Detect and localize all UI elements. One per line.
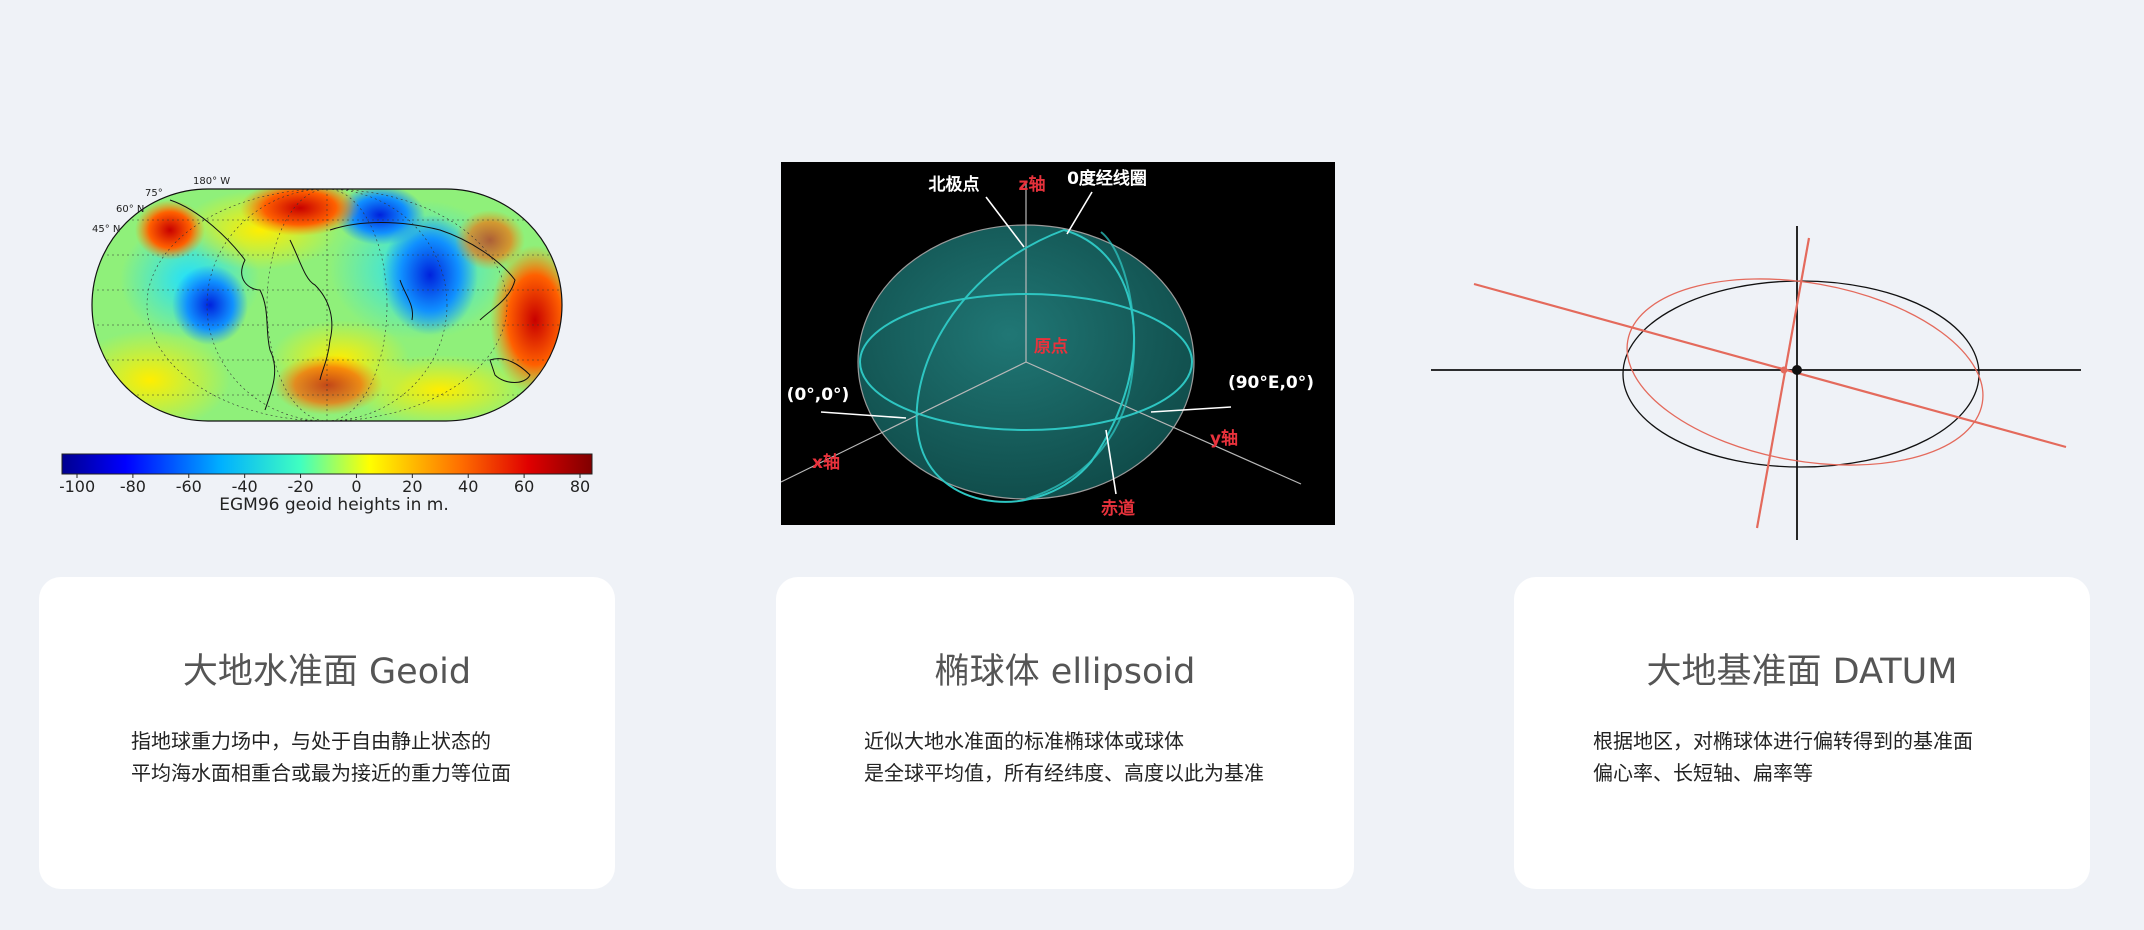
- colorbar-tick-label: -20: [287, 477, 313, 496]
- card-description: 指地球重力场中，与处于自由静止状态的 平均海水面相重合或最为接近的重力等位面: [131, 725, 511, 789]
- graticule-label: 180° W: [193, 176, 230, 187]
- colorbar-tick-label: 20: [402, 477, 422, 496]
- datum-svg: [1431, 226, 2081, 540]
- card-title: 大地基准面 DATUM: [1646, 652, 1958, 692]
- card-description-line: 近似大地水准面的标准椭球体或球体: [864, 729, 1184, 753]
- y-axis-label: y轴: [1210, 428, 1238, 449]
- card-title: 大地水准面 Geoid: [182, 652, 472, 692]
- card-description: 近似大地水准面的标准椭球体或球体 是全球平均值，所有经纬度、高度以此为基准: [864, 725, 1264, 789]
- north-pole-label: 北极点: [929, 174, 980, 195]
- card-description-line: 是全球平均值，所有经纬度、高度以此为基准: [864, 761, 1264, 785]
- ellipsoid-card: 椭球体 ellipsoid 近似大地水准面的标准椭球体或球体 是全球平均值，所有…: [776, 577, 1354, 889]
- graticule-label: 75°: [145, 188, 163, 199]
- geoid-map-body: [92, 189, 562, 421]
- equator-label: 赤道: [1101, 498, 1135, 519]
- ellipsoid-figure: 北极点 z轴 0度经线圈 原点 (0°,0°) (90°E,0°) x轴 y轴 …: [780, 162, 1335, 525]
- graticule-label: 45° N: [92, 224, 120, 235]
- geoid-map-figure: 180° W 75° 60° N 45° N -100 -80 -60 -40 -20 0…: [59, 170, 605, 520]
- origin-label: 原点: [1034, 336, 1068, 357]
- shifted-center-point: [1780, 366, 1788, 374]
- prime-meridian-label: 0度经线圈: [1067, 168, 1147, 189]
- shifted-ellipsoid: [1626, 278, 1984, 466]
- colorbar-tick-label: -100: [60, 477, 95, 496]
- shifted-x-axis: [1473, 282, 2067, 449]
- x-axis-label: x轴: [812, 452, 840, 473]
- colorbar-tick-label: 40: [458, 477, 478, 496]
- colorbar-tick-label: -40: [232, 477, 258, 496]
- card-description-line: 根据地区，对椭球体进行偏转得到的基准面: [1593, 729, 1973, 753]
- card-title: 椭球体 ellipsoid: [934, 652, 1196, 692]
- colorbar-caption: EGM96 geoid heights in m.: [219, 495, 449, 515]
- datum-figure: [1425, 220, 2095, 540]
- card-description: 根据地区，对椭球体进行偏转得到的基准面 偏心率、长短轴、扁率等: [1593, 725, 1973, 789]
- colorbar-ticks: -100 -80 -60 -40 -20 0 20 40 60 80: [59, 474, 590, 496]
- geoid-map-svg: 180° W 75° 60° N 45° N -100 -80 -60 -40 -20 0…: [59, 176, 593, 515]
- colorbar-tick-label: 60: [514, 477, 534, 496]
- point-0-0-label: (0°,0°): [787, 385, 850, 405]
- datum-card: 大地基准面 DATUM 根据地区，对椭球体进行偏转得到的基准面 偏心率、长短轴、…: [1514, 577, 2090, 889]
- card-description-line: 指地球重力场中，与处于自由静止状态的: [131, 729, 491, 753]
- colorbar: [61, 453, 593, 475]
- card-description-line: 偏心率、长短轴、扁率等: [1593, 761, 1813, 785]
- colorbar-tick-label: -60: [176, 477, 202, 496]
- colorbar-tick-label: 0: [351, 477, 361, 496]
- z-axis-label: z轴: [1019, 174, 1046, 195]
- graticule-label: 60° N: [116, 204, 144, 215]
- card-description-line: 平均海水面相重合或最为接近的重力等位面: [131, 761, 511, 785]
- colorbar-tick-label: -80: [120, 477, 146, 496]
- geoid-card: 大地水准面 Geoid 指地球重力场中，与处于自由静止状态的 平均海水面相重合或…: [39, 577, 615, 889]
- colorbar-tick-label: 80: [570, 477, 590, 496]
- reference-center-point: [1792, 365, 1802, 375]
- point-90e-0-label: (90°E,0°): [1228, 373, 1314, 393]
- ellipsoid-svg: 北极点 z轴 0度经线圈 原点 (0°,0°) (90°E,0°) x轴 y轴 …: [780, 168, 1314, 519]
